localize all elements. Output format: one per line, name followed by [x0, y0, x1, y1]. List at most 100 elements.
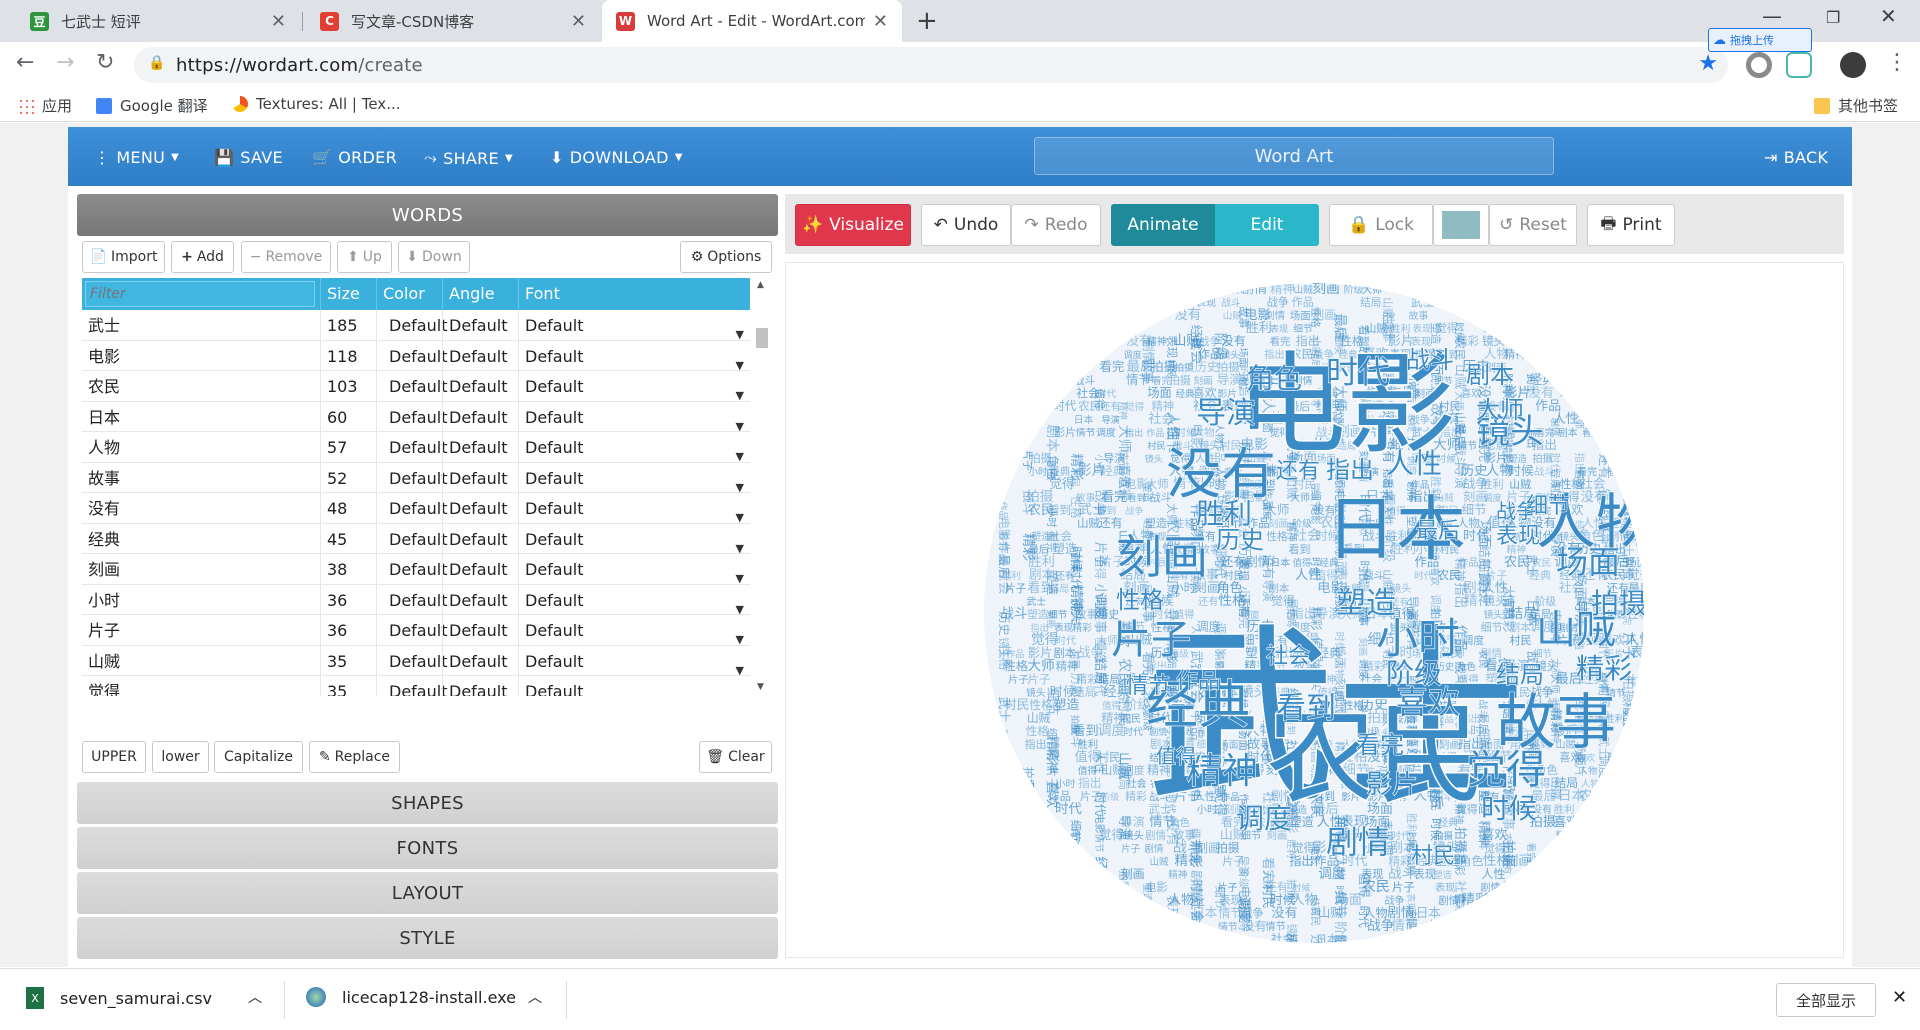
cloud-word[interactable]: 看完 — [1355, 730, 1404, 759]
cloud-word[interactable]: 场面 — [1555, 542, 1620, 581]
cell-word[interactable]: 电影 — [82, 341, 320, 371]
cell-angle[interactable]: Default — [442, 676, 518, 696]
scroll-up-arrow-icon[interactable]: ▲ — [757, 280, 764, 290]
cell-angle[interactable]: Default — [442, 554, 518, 584]
bookmark-other[interactable]: 其他书签 — [1814, 95, 1898, 116]
close-tab-icon[interactable]: ✕ — [873, 11, 888, 32]
cloud-word[interactable]: 情节 — [1125, 673, 1170, 699]
close-tab-icon[interactable]: ✕ — [271, 11, 286, 32]
cell-font[interactable]: Default▼ — [518, 584, 750, 616]
word-art-canvas[interactable]: 剧情 剧情 精神 山贼 刻画 阶级 大师 山贼 场面 表现 战斗 故事 战争 作品 性格 最后 结局 胜利 武士 细节… — [785, 262, 1844, 958]
cell-color[interactable]: Default — [376, 340, 447, 371]
cloud-word[interactable]: 剧本 — [1465, 360, 1514, 389]
cell-size[interactable]: 60 — [320, 401, 376, 432]
table-row[interactable]: 人物 57 Default Default Default ▼ — [82, 432, 750, 463]
cell-size[interactable]: 36 — [320, 584, 376, 615]
close-downloads-bar-icon[interactable]: ✕ — [1892, 987, 1907, 1008]
address-bar[interactable]: 🔒 https://wordart.com/create ★ — [134, 47, 1728, 83]
cloud-word[interactable]: 社会 — [1265, 643, 1310, 669]
cloud-word[interactable]: 时候 — [1480, 791, 1537, 825]
table-row[interactable]: 故事 52 Default Default Default ▼ — [82, 462, 750, 494]
cell-size[interactable]: 57 — [320, 432, 376, 462]
cell-font[interactable]: Default▼ — [518, 645, 750, 677]
cloud-word[interactable]: 结局 — [1495, 660, 1544, 689]
table-row[interactable]: 觉得35DefaultDefaultDefault▼ — [82, 676, 750, 696]
cloud-word[interactable]: 战斗 — [1405, 345, 1454, 374]
extension-circle-icon[interactable] — [1746, 52, 1772, 78]
table-row[interactable]: 武士 185 Default Default Default ▼ — [82, 310, 750, 341]
show-all-downloads-button[interactable]: 全部显示 — [1776, 983, 1876, 1017]
cloud-word[interactable]: 阶级 — [1385, 656, 1442, 690]
cell-color[interactable]: Default — [376, 462, 447, 493]
table-row[interactable]: 电影 118 Default Default Default ▼ — [82, 340, 750, 372]
capitalize-button[interactable]: Capitalize — [214, 741, 303, 773]
cell-word[interactable]: 农民 — [82, 371, 320, 401]
background-color-button[interactable] — [1433, 204, 1489, 246]
cloud-word[interactable]: 看到 — [1275, 690, 1336, 726]
back-button[interactable]: ⇥ BACK — [1764, 148, 1828, 167]
cloud-word[interactable]: 性格 — [1115, 585, 1164, 614]
upper-case-button[interactable]: UPPER — [82, 741, 146, 773]
visualize-button[interactable]: ✨ Visualize — [795, 204, 911, 246]
cell-angle[interactable]: Default — [442, 371, 518, 401]
cloud-word[interactable]: 历史 — [1215, 525, 1264, 554]
cell-font[interactable]: Default▼ — [518, 340, 750, 372]
animate-button[interactable]: Animate — [1111, 204, 1215, 246]
cloud-word[interactable]: 精神 — [1185, 750, 1258, 792]
share-button[interactable]: ⤳ SHARE ▼ — [424, 148, 513, 168]
shapes-section-header[interactable]: SHAPES — [77, 782, 778, 824]
back-arrow-icon[interactable]: ← — [16, 50, 34, 75]
cell-word[interactable]: 日本 — [82, 402, 320, 432]
cell-color[interactable]: Default — [376, 676, 447, 696]
cell-word[interactable]: 山贼 — [82, 646, 320, 676]
cell-angle[interactable]: Default — [442, 645, 518, 676]
cell-size[interactable]: 52 — [320, 462, 376, 493]
cell-font[interactable]: Default▼ — [518, 432, 750, 463]
cell-color[interactable]: Default — [376, 584, 447, 615]
cloud-word[interactable]: 调度 — [1235, 801, 1292, 835]
cell-font[interactable]: Default▼ — [518, 554, 750, 585]
style-section-header[interactable]: STYLE — [77, 917, 778, 959]
menu-button[interactable]: ⋮ MENU ▼ — [94, 148, 179, 167]
cell-color[interactable]: Default — [376, 645, 447, 676]
cell-font[interactable]: Default▼ — [518, 462, 750, 494]
font-dropdown-caret-icon[interactable]: ▼ — [736, 685, 744, 696]
more-menu-icon[interactable]: ⋮ — [1886, 50, 1908, 75]
tab-wordart[interactable]: W Word Art - Edit - WordArt.com ✕ — [602, 0, 902, 42]
cell-font[interactable]: Default▼ — [518, 676, 750, 696]
cell-angle[interactable]: Default — [442, 340, 518, 371]
close-window-icon[interactable]: ✕ — [1880, 4, 1897, 28]
cell-size[interactable]: 35 — [320, 645, 376, 676]
cell-word[interactable]: 小时 — [82, 585, 320, 615]
artwork-title-field[interactable]: Word Art — [1034, 137, 1554, 175]
cell-word[interactable]: 没有 — [82, 493, 320, 523]
table-row[interactable]: 日本 60 Default Default Default ▼ — [82, 401, 750, 433]
cell-font[interactable]: Default▼ — [518, 615, 750, 646]
extension-shield-icon[interactable] — [1786, 52, 1812, 78]
cell-word[interactable]: 觉得 — [82, 676, 320, 696]
cell-color[interactable]: Default — [376, 432, 447, 462]
cell-size[interactable]: 48 — [320, 493, 376, 523]
cell-font[interactable]: Default▼ — [518, 371, 750, 402]
words-table-scrollbar[interactable]: ▲ ▼ — [753, 278, 769, 694]
cloud-word[interactable]: 表现 — [1495, 523, 1540, 549]
cloud-word[interactable]: 觉得 — [1465, 746, 1546, 793]
table-row[interactable]: 没有 48 Default Default Default ▼ — [82, 493, 750, 524]
cell-color[interactable]: Default — [376, 523, 447, 554]
column-color[interactable]: Color — [376, 278, 442, 310]
download-options-icon[interactable]: ︿ — [248, 987, 262, 1007]
minimize-icon[interactable]: — — [1762, 4, 1782, 28]
cloud-word[interactable]: 塑造 — [1335, 585, 1396, 621]
cell-size[interactable]: 103 — [320, 371, 376, 401]
cell-angle[interactable]: Default — [442, 401, 518, 432]
cloud-word[interactable]: 精彩 — [1575, 651, 1632, 685]
cell-color[interactable]: Default — [376, 493, 447, 523]
cell-word[interactable]: 经典 — [82, 524, 320, 554]
download-button[interactable]: ⬇ DOWNLOAD ▼ — [550, 148, 683, 167]
tab-douban[interactable]: 豆 七武士 短评 ✕ — [16, 0, 300, 42]
cloud-word[interactable]: 值得 — [1155, 743, 1196, 768]
cell-size[interactable]: 185 — [320, 310, 376, 340]
cell-angle[interactable]: Default — [442, 310, 518, 340]
cloud-word[interactable]: 最后 — [1415, 518, 1460, 544]
cell-color[interactable]: Default — [376, 310, 447, 340]
